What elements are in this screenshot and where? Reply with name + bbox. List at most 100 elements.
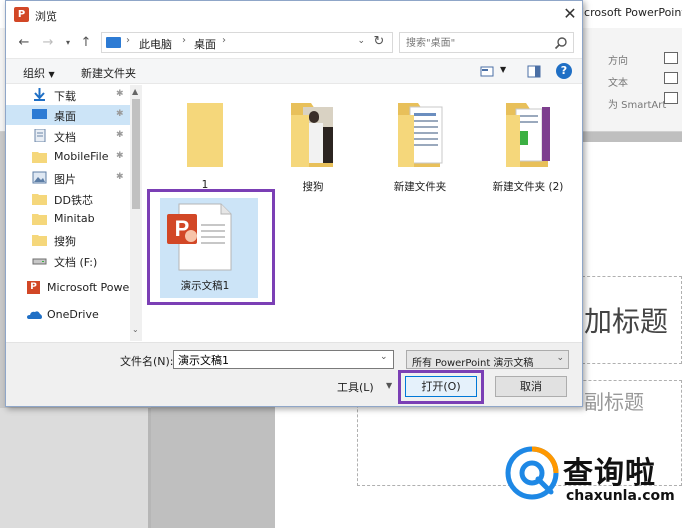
sidebar-item-label: Minitab [54,212,95,225]
address-dropdown-icon[interactable]: ⌄ [357,36,365,46]
breadcrumb-separator-icon[interactable]: › [182,35,186,46]
sidebar-item-microsoft-powerpoint[interactable]: P Microsoft Powe [0,278,130,298]
arrow-left-icon: ← [18,35,30,50]
back-button[interactable]: ← [16,35,32,51]
sidebar-item-label: 图片 [54,173,76,186]
organize-label: 组织 [23,67,45,80]
filetype-select[interactable]: 所有 PowerPoint 演示文稿 ⌄ [406,350,569,369]
breadcrumb-separator-icon[interactable]: › [222,35,226,46]
sidebar-item-dd-tiexin[interactable]: DD铁芯 [6,189,130,209]
ribbon-text-smartart[interactable]: 为 SmartArt [608,96,666,111]
sidebar-item-drive-f[interactable]: 文档 (F:) [6,251,130,271]
view-options-icon[interactable] [480,65,494,78]
pptx-file-icon: P [167,203,232,271]
shape-rectangle-icon[interactable] [664,92,678,104]
file-item-new-folder-2[interactable]: 新建文件夹 (2) [479,91,577,199]
pin-icon: ✱ [116,130,124,140]
file-item-folder-sougou[interactable]: 搜狗 [264,91,362,199]
download-icon [34,88,45,101]
folder-photos-icon [291,103,333,167]
navigation-pane: 下载 ✱ 桌面 ✱ 文档 ✱ MobileFile ✱ 图片 ✱ DD铁芯 Mi… [6,85,142,341]
scroll-up-icon[interactable]: ▲ [132,87,138,96]
preview-pane-icon[interactable] [527,65,541,78]
chevron-down-icon: ⌄ [556,353,564,363]
chevron-down-icon: ▼ [48,70,55,79]
pin-icon: ✱ [116,89,124,99]
file-item-new-folder[interactable]: 新建文件夹 [371,91,469,199]
sidebar-item-label: OneDrive [47,308,99,321]
address-bar[interactable]: › 此电脑 › 桌面 › ⌄ [101,32,393,53]
chaxunla-logo-icon [505,446,559,500]
sidebar-item-label: 下载 [54,90,76,103]
cancel-button[interactable]: 取消 [495,376,567,397]
view-dropdown-icon[interactable]: ▼ [500,65,506,74]
drive-icon [32,258,47,265]
slide-subtitle-placeholder-text: 副标题 [584,390,644,414]
pin-icon: ✱ [116,109,124,119]
sidebar-item-label: MobileFile [54,150,109,163]
computer-icon [106,37,121,48]
watermark-domain: chaxunla.com [566,488,675,504]
file-item-folder-1[interactable]: 1 [156,91,254,199]
sidebar-item-desktop[interactable]: 桌面 ✱ [6,105,130,125]
dialog-footer: 文件名(N): ⌄ 所有 PowerPoint 演示文稿 ⌄ 工具(L) ▼ 打… [6,342,582,406]
desktop-icon [32,109,47,119]
breadcrumb-separator-icon[interactable]: › [126,35,130,46]
sidebar-item-downloads[interactable]: 下载 ✱ [6,85,130,105]
navigation-bar: ← → ▾ ↑ › 此电脑 › 桌面 › ⌄ ↻ [6,29,582,57]
new-folder-button[interactable]: 新建文件夹 [81,65,136,81]
filetype-value: 所有 PowerPoint 演示文稿 [412,358,534,369]
breadcrumb-desktop[interactable]: 桌面 [194,36,216,52]
ribbon-text-direction[interactable]: 方向 [608,52,628,67]
refresh-button[interactable]: ↻ [371,34,387,50]
sidebar-scrollbar[interactable]: ▲ ⌄ [130,85,142,341]
sidebar-item-label: 文档 [54,131,76,144]
scroll-down-icon[interactable]: ⌄ [132,325,139,334]
file-item-presentation[interactable]: P 演示文稿1 [160,198,258,298]
filename-dropdown-icon[interactable]: ⌄ [380,352,388,362]
file-list: 1 搜狗 新建文件夹 新建文件夹 (2) P 演示文稿1 [143,85,582,341]
ribbon-text-align[interactable]: 文本 [608,74,628,89]
pin-icon: ✱ [116,172,124,182]
tools-button[interactable]: 工具(L) [337,379,374,395]
help-button[interactable]: ? [556,63,572,79]
filename-label: 文件名(N): [120,355,174,368]
file-label: 搜狗 [302,181,324,193]
powerpoint-icon: P [27,281,40,294]
sidebar-item-minitab[interactable]: Minitab [6,209,130,229]
close-button[interactable]: ✕ [561,5,579,23]
sidebar-item-label: 文档 (F:) [54,256,98,269]
sidebar-item-sougou[interactable]: 搜狗 [6,230,130,250]
folder-books-icon [506,103,550,167]
search-box[interactable] [399,32,574,53]
search-input[interactable] [406,36,546,50]
dialog-title: 浏览 [35,10,57,23]
tools-dropdown-icon[interactable]: ▼ [386,381,392,390]
forward-button[interactable]: → [40,35,56,51]
sidebar-item-mobilefile[interactable]: MobileFile ✱ [6,147,130,167]
folder-icon [187,103,223,167]
shape-rectangle-icon[interactable] [664,52,678,64]
scrollbar-thumb[interactable] [132,99,140,209]
close-icon: ✕ [563,4,577,23]
shape-rectangle-icon[interactable] [664,72,678,84]
up-button[interactable]: ↑ [78,35,94,51]
sidebar-item-documents[interactable]: 文档 ✱ [6,126,130,146]
refresh-icon: ↻ [373,34,385,49]
sidebar-item-label: 桌面 [54,110,76,123]
dialog-titlebar[interactable]: P 浏览 ✕ [6,1,582,29]
pin-icon: ✱ [116,151,124,161]
breadcrumb-this-pc[interactable]: 此电脑 [139,36,172,52]
sidebar-item-pictures[interactable]: 图片 ✱ [6,168,130,188]
sidebar-item-onedrive[interactable]: OneDrive [0,305,130,325]
chevron-down-icon: ▾ [65,38,70,47]
pane-divider[interactable] [148,408,151,528]
organize-button[interactable]: 组织 ▼ [23,65,55,81]
search-icon[interactable] [554,36,568,50]
sidebar-item-label: 搜狗 [54,235,76,248]
browse-dialog: P 浏览 ✕ ← → ▾ ↑ › 此电脑 › 桌面 › ⌄ ↻ 搜索"桌面" 组… [5,0,583,407]
recent-locations-button[interactable]: ▾ [60,35,76,51]
filename-input[interactable] [173,350,394,369]
open-button[interactable]: 打开(O) [405,376,477,397]
arrow-up-icon: ↑ [80,35,92,50]
